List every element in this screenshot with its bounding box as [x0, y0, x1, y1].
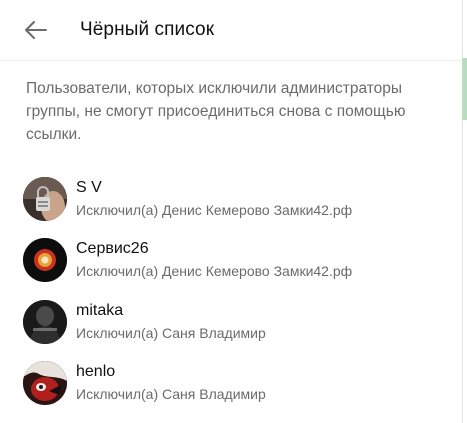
user-name: Сервис26 [76, 240, 149, 258]
header: Чёрный список [0, 0, 462, 61]
list-item[interactable]: Сервис26 Исключил(а) Денис Кемерово Замк… [0, 230, 462, 292]
list-item[interactable]: S V Исключил(а) Денис Кемерово Замки42.р… [0, 168, 462, 230]
side-accent [462, 58, 467, 120]
blocked-user-list: S V Исключил(а) Денис Кемерово Замки42.р… [0, 168, 462, 414]
red-badge-avatar-icon [23, 238, 67, 283]
arrow-left-icon [25, 21, 47, 39]
avatar [23, 361, 67, 406]
blacklist-panel: Чёрный список Пользователи, которых искл… [0, 0, 467, 423]
removed-by-text: Исключил(а) Денис Кемерово Замки42.рф [76, 201, 353, 218]
removed-by-text: Исключил(а) Саня Владимир [76, 324, 266, 341]
user-name: S V [76, 178, 102, 196]
removed-by-text: Исключил(а) Саня Владимир [76, 386, 266, 403]
avatar [23, 299, 67, 344]
back-button[interactable] [22, 16, 50, 44]
list-item[interactable]: mitaka Исключил(а) Саня Владимир [0, 291, 462, 353]
anime-red-avatar-icon [23, 361, 67, 406]
page-title: Чёрный список [80, 19, 215, 40]
padlock-avatar-icon [23, 176, 67, 221]
dark-figure-avatar-icon [23, 299, 67, 344]
avatar [23, 176, 67, 221]
removed-by-text: Исключил(а) Денис Кемерово Замки42.рф [76, 263, 353, 280]
avatar [23, 238, 67, 283]
user-name: henlo [76, 363, 116, 381]
description-text: Пользователи, которых исключили админист… [26, 80, 406, 143]
user-name: mitaka [76, 301, 124, 319]
list-item[interactable]: henlo Исключил(а) Саня Владимир [0, 353, 462, 415]
